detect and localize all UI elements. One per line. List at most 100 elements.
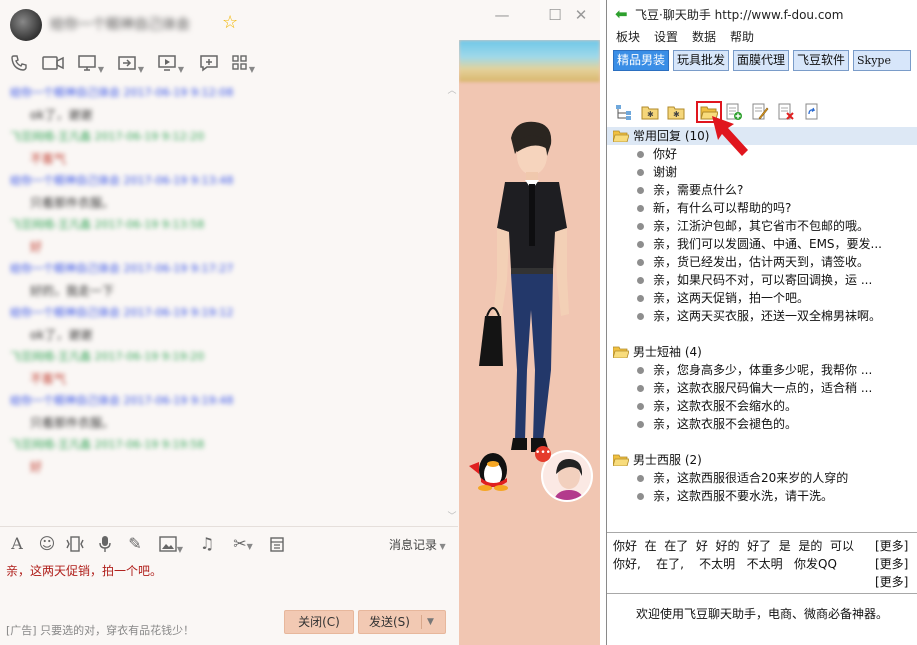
reply-item[interactable]: 亲，这款衣服不会缩水的。 <box>607 397 917 415</box>
mic-icon[interactable] <box>94 533 116 555</box>
close-icon[interactable]: ✕ <box>571 6 591 24</box>
message-list[interactable]: 给你一个眼神自己体会 2017-06-19 9:12:08 ok了，谢谢 飞豆网络-… <box>0 82 448 522</box>
pen-icon[interactable]: ✎ <box>124 533 146 555</box>
bullet-icon <box>637 241 644 248</box>
apps-icon[interactable]: ▼ <box>228 50 258 76</box>
show-banner-image <box>459 40 600 82</box>
menu-help[interactable]: 帮助 <box>730 28 754 45</box>
helper-menu-bar: 板块 设置 数据 帮助 <box>607 26 917 46</box>
message-text: ok了，谢谢 <box>30 108 93 122</box>
refresh-icon[interactable] <box>803 103 821 121</box>
helper-title: 飞豆·聊天助手 http://www.f-dou.com <box>635 8 844 22</box>
bullet-icon <box>637 169 644 176</box>
reply-group[interactable]: 常用回复 (10) <box>607 127 917 145</box>
send-options-icon[interactable]: ▼ <box>427 611 434 633</box>
chat-title-bar: 给你一个眼神自己体会 ☆ — ☐ ✕ <box>0 0 600 41</box>
reply-item[interactable]: 谢谢 <box>607 163 917 181</box>
back-arrow-icon[interactable]: ⬅ <box>615 5 628 23</box>
svg-text:✱: ✱ <box>647 110 654 119</box>
doc-delete-icon[interactable] <box>777 103 795 121</box>
reply-item-label: 亲，货已经发出，估计两天到，请签收。 <box>653 255 870 269</box>
chat-bubble-icon[interactable]: ••• <box>535 446 551 462</box>
reply-item[interactable]: 亲，如果尺码不对，可以寄回调换，运 ... <box>607 271 917 289</box>
reply-item[interactable]: 亲，这款衣服不会褪色的。 <box>607 415 917 433</box>
tree-icon[interactable] <box>615 103 633 121</box>
scroll-down-icon[interactable]: ﹀ <box>446 512 458 522</box>
tab-mask-agent[interactable]: 面膜代理 <box>733 50 790 71</box>
contact-avatar[interactable] <box>10 9 42 41</box>
reply-group[interactable]: 男士短袖 (4) <box>607 343 917 361</box>
message-input[interactable]: 亲，这两天促销，拍一个吧。 <box>6 562 162 579</box>
ad-text[interactable]: [广告] 只要选的对，穿衣有品花钱少！ <box>6 622 194 638</box>
bullet-icon <box>637 187 644 194</box>
bullet-icon <box>637 259 644 266</box>
bullet-icon <box>637 151 644 158</box>
reply-item[interactable]: 亲，您身高多少，体重多少呢，我帮你 ... <box>607 361 917 379</box>
minimize-icon[interactable]: — <box>492 6 512 24</box>
input-divider[interactable] <box>0 526 458 527</box>
music-icon[interactable]: ♫ <box>196 533 218 555</box>
message-text: 好 <box>30 240 43 254</box>
welcome-divider <box>607 593 917 594</box>
remote-desktop-icon[interactable]: ▼ <box>156 50 186 76</box>
message-history-label: 消息记录 <box>389 538 438 552</box>
reply-item[interactable]: 亲，这两天买衣服，还送一双全棉男袜啊。 <box>607 307 917 325</box>
font-icon[interactable]: A <box>6 533 28 555</box>
reply-item[interactable]: 亲，这款西服很适合20来岁的人穿的 <box>607 469 917 487</box>
feidou-helper-window: ⬅ 飞豆·聊天助手 http://www.f-dou.com 板块 设置 数据 … <box>606 0 917 645</box>
folder-star-icon[interactable]: ✱ <box>641 103 659 121</box>
file-transfer-icon[interactable]: ▼ <box>116 50 146 76</box>
maximize-icon[interactable]: ☐ <box>545 6 565 24</box>
contact-name[interactable]: 给你一个眼神自己体会 <box>50 14 190 34</box>
scissors-icon[interactable]: ✂▼ <box>226 533 260 555</box>
more-link-2[interactable]: [更多] <box>875 555 908 572</box>
tab-skype[interactable]: Skype <box>853 50 911 71</box>
close-button[interactable]: 关闭(C) <box>284 610 354 634</box>
send-button[interactable]: 发送(S) ▼ <box>358 610 446 634</box>
scroll-up-icon[interactable]: ︿ <box>446 86 458 96</box>
reply-item-label: 亲，这两天促销，拍一个吧。 <box>653 291 810 305</box>
emoji-icon[interactable]: ☺ <box>36 533 58 555</box>
folder-star2-icon[interactable]: ✱ <box>667 103 685 121</box>
reply-group[interactable]: 男士西服 (2) <box>607 451 917 469</box>
reply-item-label: 亲，如果尺码不对，可以寄回调换，运 ... <box>653 273 873 287</box>
reply-item[interactable]: 亲，需要点什么? <box>607 181 917 199</box>
tab-toys-wholesale[interactable]: 玩具批发 <box>673 50 730 71</box>
message-history-button[interactable]: 消息记录 ▼ <box>389 536 446 553</box>
reply-item[interactable]: 亲，这款衣服尺码偏大一点的，适合稍 ... <box>607 379 917 397</box>
phone-icon[interactable] <box>6 50 32 76</box>
reply-item[interactable]: 你好 <box>607 145 917 163</box>
reply-item-label: 谢谢 <box>653 165 678 179</box>
quick-row-1[interactable]: 你好 在 在了 好 好的 好了 是 是的 可以 <box>613 537 854 554</box>
shake-icon[interactable] <box>64 533 86 555</box>
more-link-1[interactable]: [更多] <box>875 537 908 554</box>
reply-item-label: 亲，这款衣服尺码偏大一点的，适合稍 ... <box>653 381 873 395</box>
message-plus-icon[interactable] <box>196 50 222 76</box>
reply-group-label: 男士西服 (2) <box>633 453 702 467</box>
svg-text:✱: ✱ <box>673 110 680 119</box>
more-link-3[interactable]: [更多] <box>875 573 908 590</box>
calendar-icon[interactable] <box>266 533 288 555</box>
qq-show-panel: ••• <box>459 40 600 645</box>
reply-item-label: 新，有什么可以帮助的吗? <box>653 201 792 215</box>
reply-item[interactable]: 亲，江浙沪包邮，其它省市不包邮的哦。 <box>607 217 917 235</box>
menu-settings[interactable]: 设置 <box>654 28 678 45</box>
reply-item-label: 亲，这款衣服不会褪色的。 <box>653 417 798 431</box>
screen-share-icon[interactable]: ▼ <box>76 50 106 76</box>
reply-item[interactable]: 亲，这两天促销，拍一个吧。 <box>607 289 917 307</box>
reply-item[interactable]: 亲，货已经发出，估计两天到，请签收。 <box>607 253 917 271</box>
qq-penguin-icon[interactable] <box>467 448 513 492</box>
reply-item[interactable]: 亲，我们可以发圆通、中通、EMS，要发... <box>607 235 917 253</box>
video-icon[interactable] <box>40 50 66 76</box>
menu-section[interactable]: 板块 <box>616 28 640 45</box>
message-text: 好的，我走一下 <box>30 284 115 298</box>
quick-row-2[interactable]: 你好, 在了, 不太明 不太明 你发QQ <box>613 555 837 572</box>
image-icon[interactable]: ▼ <box>154 533 188 555</box>
reply-item[interactable]: 亲，这款西服不要水洗，请干洗。 <box>607 487 917 505</box>
reply-item-label: 亲，这款衣服不会缩水的。 <box>653 399 798 413</box>
reply-item[interactable]: 新，有什么可以帮助的吗? <box>607 199 917 217</box>
tab-mens-fashion[interactable]: 精品男装 <box>613 50 670 71</box>
helper-tabs: 精品男装 玩具批发 面膜代理 飞豆软件 Skype <box>613 50 917 72</box>
tab-feidou-software[interactable]: 飞豆软件 <box>793 50 850 71</box>
menu-data[interactable]: 数据 <box>692 28 716 45</box>
